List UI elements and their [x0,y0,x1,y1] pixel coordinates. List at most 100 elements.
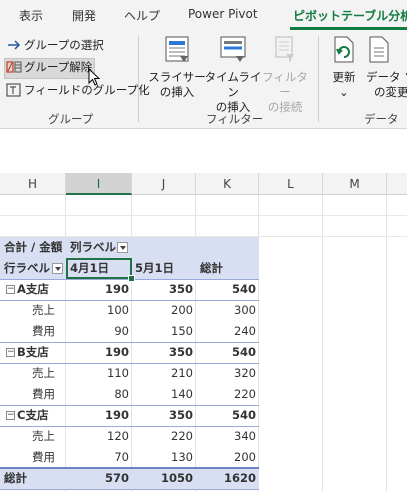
group-section-label: グループ [48,112,94,126]
filter-connections-label-1: フィルター [262,70,308,99]
change-data-source-button[interactable]: データ ソ の変更 [366,34,407,100]
group-field-icon [6,83,22,97]
filter-connections-label-2: の接続 [267,100,303,114]
collapse-b-icon[interactable]: − [6,348,15,357]
tab-view[interactable]: 表示 [19,7,43,24]
row-filter-dropdown-icon[interactable] [52,263,63,274]
selected-cell [66,258,132,279]
values-field-label: 合計 / 金額 [4,240,63,254]
group-c-label: C支店 [17,408,49,422]
data-section-label: データ [364,112,399,126]
column-header-j[interactable]: J [132,173,196,195]
change-data-source-icon [369,36,389,63]
cell-value: 90 [114,324,129,338]
column-filter-dropdown-icon[interactable] [117,242,128,253]
column-header-h[interactable]: H [0,173,66,195]
row-labels-header: 行ラベル [4,261,50,275]
group-field-button[interactable]: フィールドのグループ化 [6,82,150,98]
group-b-may: 350 [168,345,193,359]
cell-value: 70 [114,450,129,464]
grand-total-label: 総計 [4,471,27,485]
cell-value: 210 [171,366,193,380]
cell-value: 200 [171,303,193,317]
cell-value: 340 [234,429,256,443]
group-a-label: A支店 [17,282,49,296]
collapse-c-icon[interactable]: − [6,411,15,420]
refresh-label: 更新 [332,70,356,84]
date-header-may[interactable]: 5月1日 [135,258,195,279]
grid-line [322,195,323,492]
ungroup-button[interactable]: グループ解除 [6,59,92,75]
tab-help[interactable]: ヘルプ [124,7,160,24]
cell-value: 120 [107,429,129,443]
group-a-apr: 190 [104,282,129,296]
ungroup-label: グループ解除 [24,60,93,74]
refresh-dropdown-chevron[interactable]: ⌄ [326,85,362,100]
grid-line [386,195,387,492]
group-selection-label: グループの選択 [24,38,104,52]
cell-value: 220 [171,429,193,443]
total-header: 総計 [200,261,223,275]
group-b-label: B支店 [17,345,49,359]
change-data-source-label-2: の変更 [374,85,407,99]
arrow-right-icon [6,38,22,52]
grid-line [0,215,407,216]
pivot-bottom-line [0,489,259,490]
cell-value: 240 [234,324,256,338]
timeline-label-1: タイムライン [204,70,262,99]
cell-value: 140 [171,387,193,401]
column-header-i[interactable]: I [66,173,132,195]
slicer-icon [165,36,189,62]
filter-connections-button[interactable]: フィルター の接続 [262,34,308,115]
row-label: 売上 [32,366,55,380]
tab-developer[interactable]: 開発 [72,7,96,24]
group-selection-button[interactable]: グループの選択 [6,37,104,53]
row-label: 売上 [32,303,55,317]
group-a-total: 540 [231,282,256,296]
cell-value: 150 [171,324,193,338]
cell-value: 320 [234,366,256,380]
group-c-total: 540 [231,408,256,422]
group-c-apr: 190 [104,408,129,422]
cell-value: 100 [107,303,129,317]
insert-timeline-button[interactable]: タイムライン の挿入 [202,34,264,115]
grand-total-may: 1050 [160,471,193,485]
group-b-total: 540 [231,345,256,359]
group-a-may: 350 [168,282,193,296]
column-header-k[interactable]: K [196,173,259,195]
cell-value: 130 [171,450,193,464]
column-header-m[interactable]: M [323,173,387,195]
change-data-source-label-1: データ ソ [366,70,407,84]
timeline-icon [220,36,246,62]
slicer-label-1: スライサー [148,70,206,84]
grand-total-total: 1620 [223,471,256,485]
tab-power-pivot[interactable]: Power Pivot [188,7,258,21]
group-b-apr: 190 [104,345,129,359]
filter-connections-icon [275,36,294,62]
cell-value: 80 [114,387,129,401]
cell-value: 300 [234,303,256,317]
ribbon-tab-bar: 表示 開発 ヘルプ Power Pivot ピボットテーブル分析 [0,0,407,30]
refresh-icon [334,36,354,63]
insert-slicer-button[interactable]: スライサー の挿入 [148,34,206,100]
filter-section-label: フィルター [206,112,264,126]
row-label: 費用 [32,387,55,401]
column-labels-header: 列ラベル [70,240,116,254]
row-label: 売上 [32,429,55,443]
refresh-button[interactable]: 更新 ⌄ [326,34,362,100]
mouse-cursor-icon [88,68,101,86]
column-header-next[interactable] [387,173,407,195]
blank-area [0,129,407,173]
ribbon-separator [138,36,139,122]
slicer-label-2: の挿入 [159,85,195,99]
column-header-l[interactable]: L [259,173,323,195]
ribbon-separator [318,36,319,122]
tab-pivottable-analyze[interactable]: ピボットテーブル分析 [293,7,407,24]
row-label: 費用 [32,450,55,464]
collapse-a-icon[interactable]: − [6,285,15,294]
cell-value: 200 [234,450,256,464]
grand-total-apr: 570 [104,471,129,485]
cell-value: 220 [234,387,256,401]
row-label: 費用 [32,324,55,338]
group-c-may: 350 [168,408,193,422]
